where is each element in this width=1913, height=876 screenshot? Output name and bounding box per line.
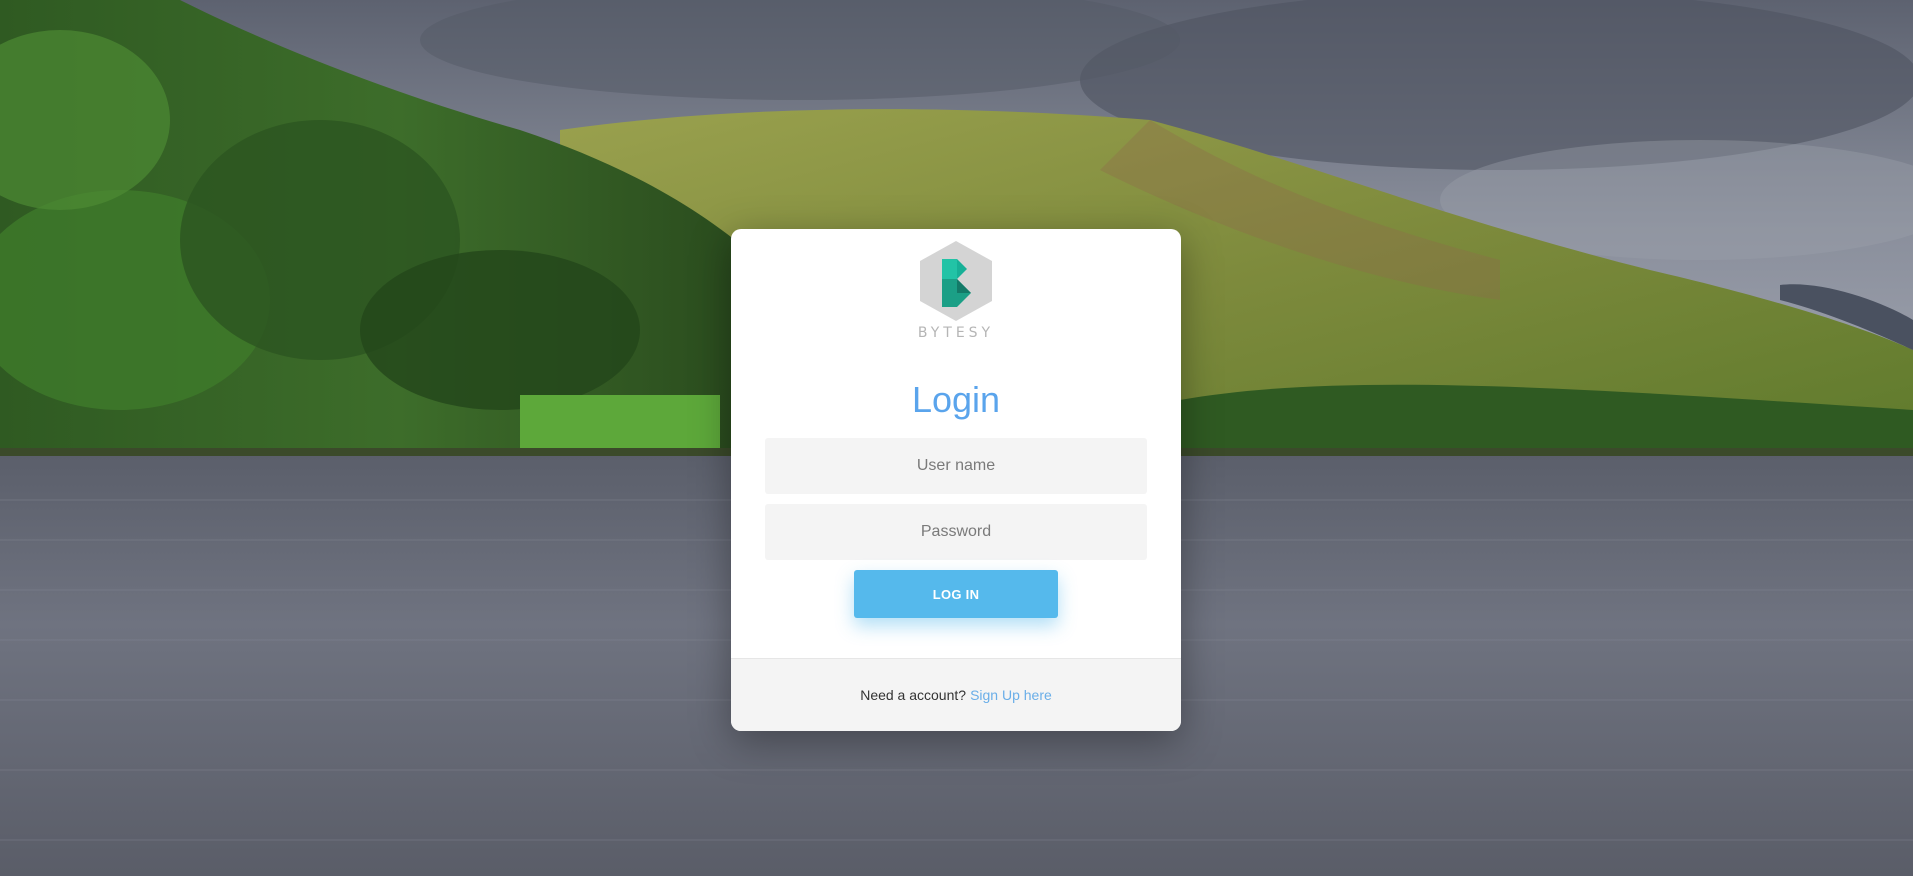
signup-footer: Need a account? Sign Up here	[731, 658, 1181, 731]
brand-name: BYTESY	[917, 325, 995, 341]
signup-prompt: Need a account?	[860, 687, 967, 703]
login-button[interactable]: LOG IN	[854, 570, 1058, 618]
signup-link[interactable]: Sign Up here	[970, 687, 1052, 703]
username-input[interactable]	[765, 438, 1147, 494]
password-input[interactable]	[765, 504, 1147, 560]
brand-logo: BYTESY	[731, 239, 1181, 341]
login-card: BYTESY Login LOG IN Need a account? Sign…	[731, 229, 1181, 731]
bytesy-hexagon-logo-icon	[920, 241, 992, 321]
page-title: Login	[911, 379, 1001, 420]
